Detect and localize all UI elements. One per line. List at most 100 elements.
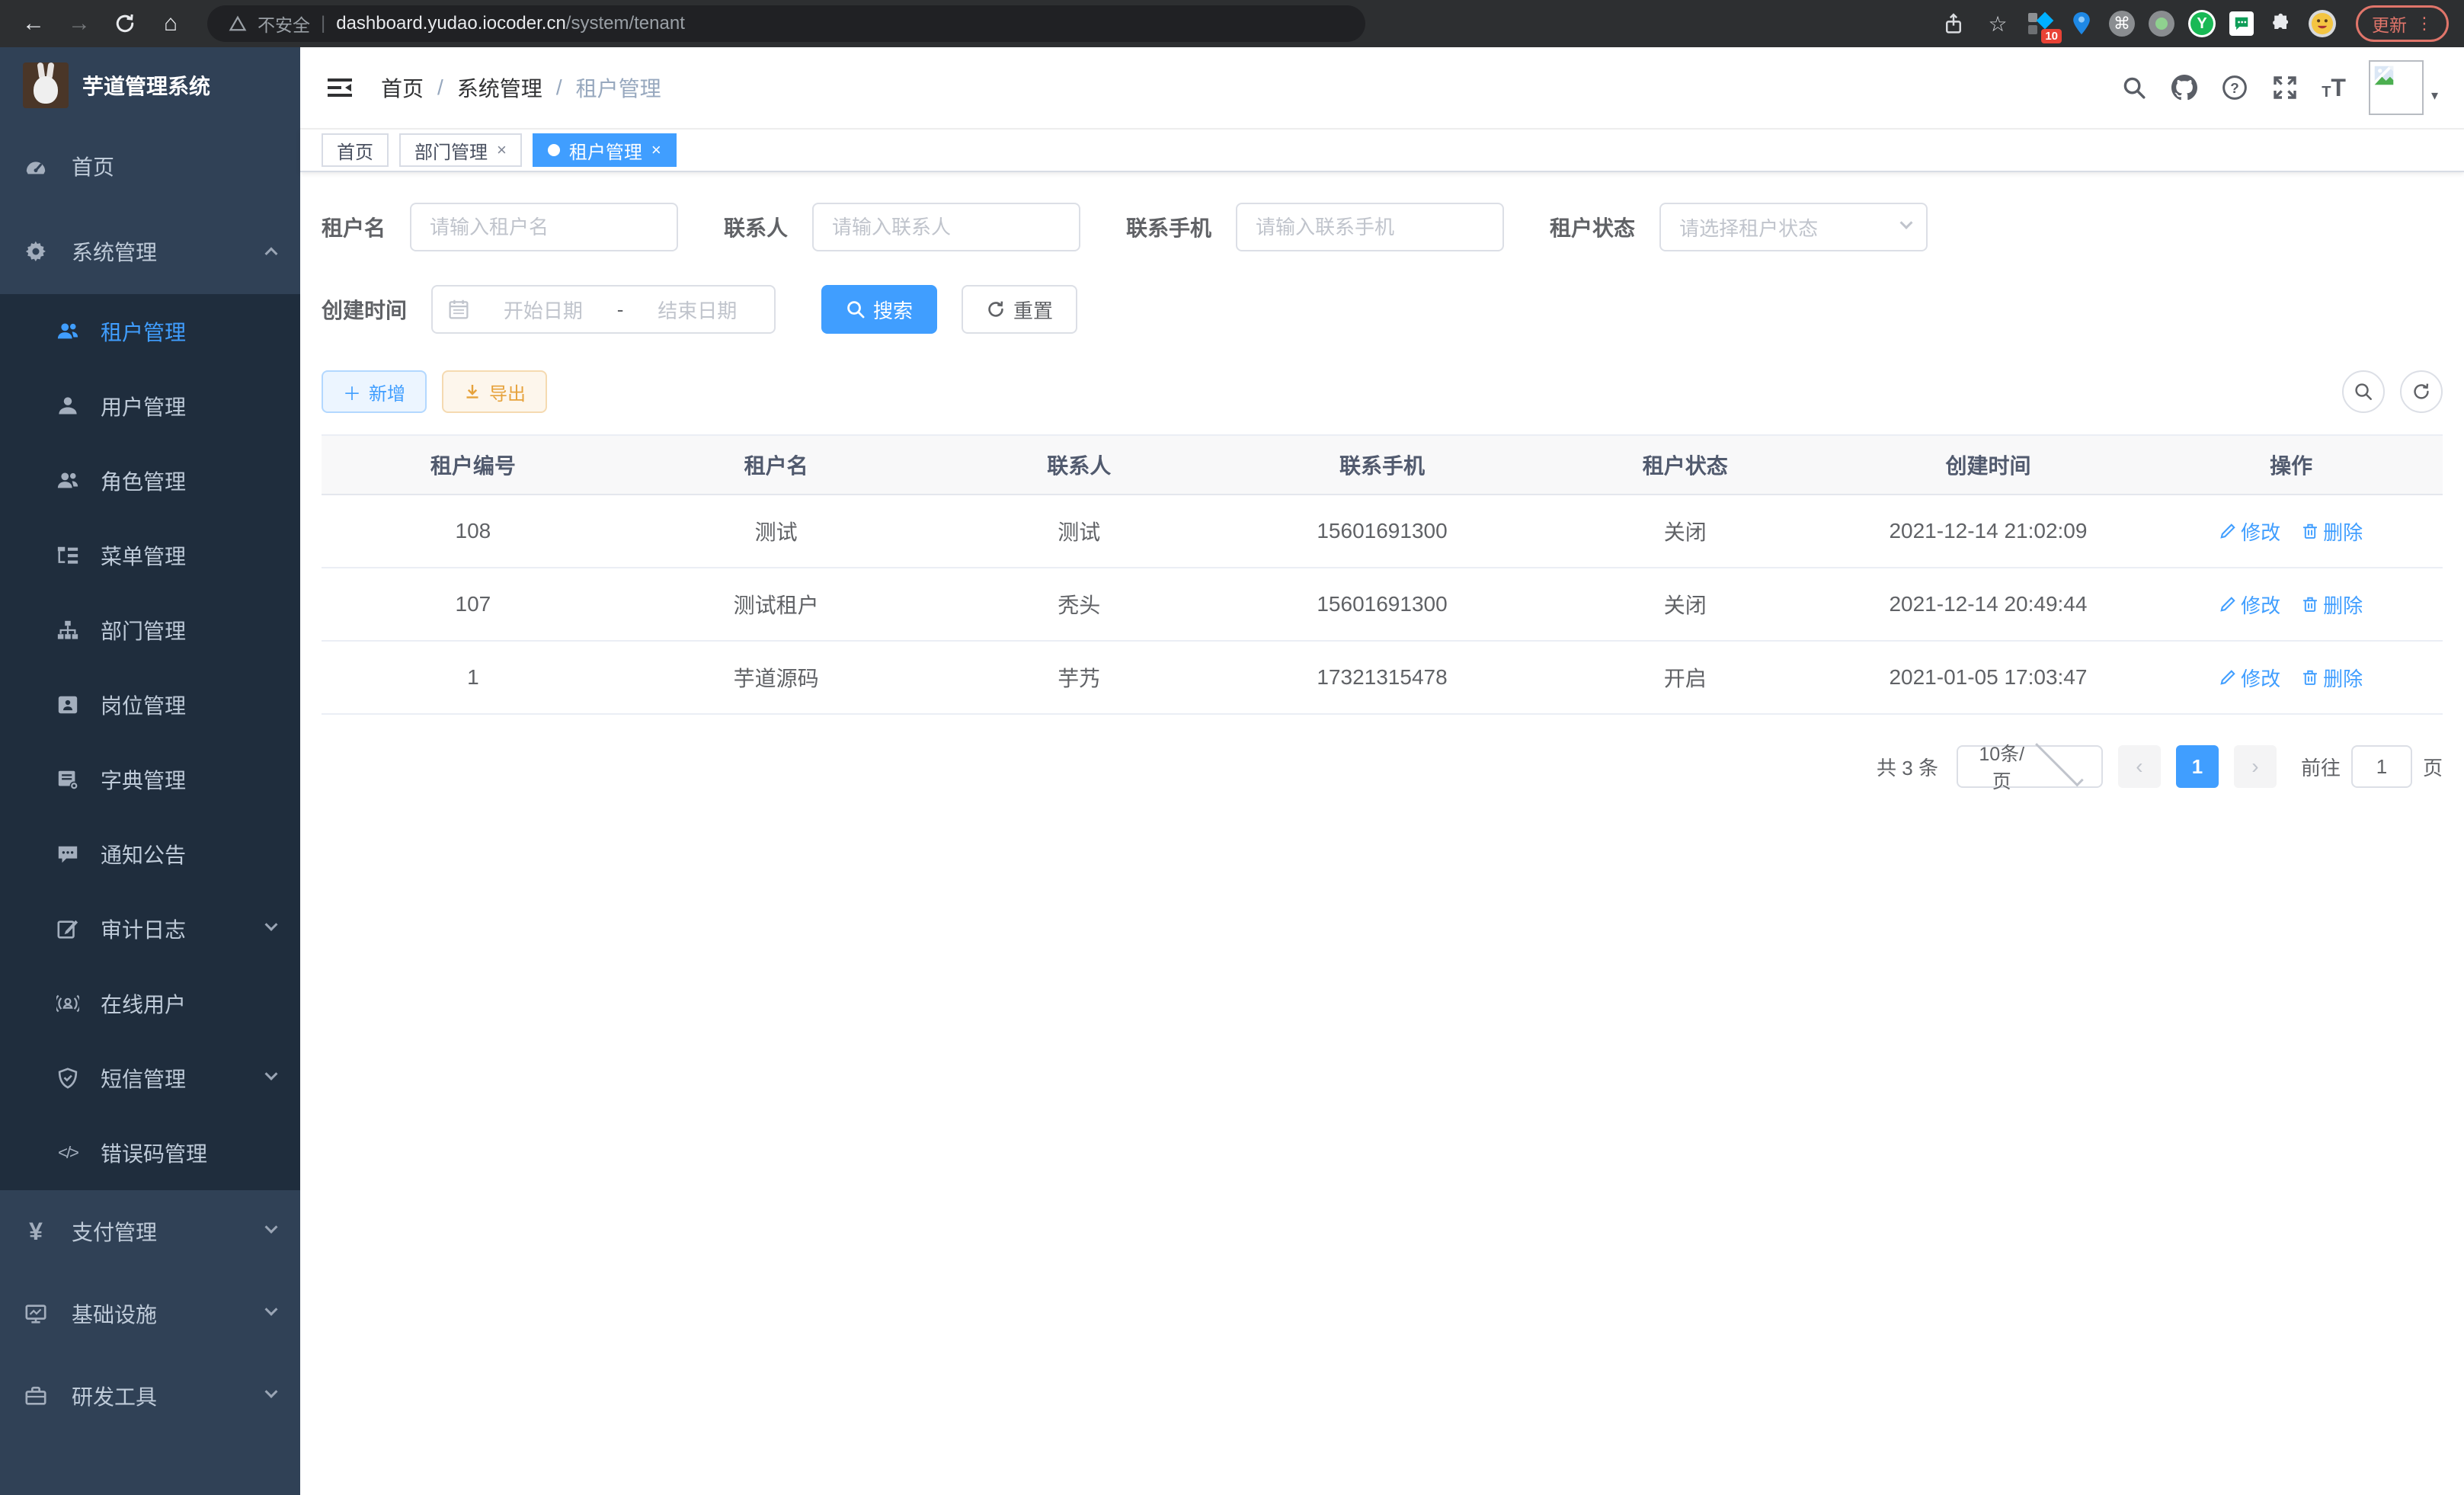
prev-page-button[interactable]: ‹ bbox=[2118, 745, 2161, 788]
active-dot bbox=[548, 144, 560, 156]
edit-link[interactable]: 修改 bbox=[2219, 591, 2280, 619]
start-date-placeholder[interactable]: 开始日期 bbox=[482, 296, 605, 324]
edit-link[interactable]: 修改 bbox=[2219, 664, 2280, 692]
sidebar-fold-icon[interactable] bbox=[326, 72, 357, 103]
contact-input[interactable] bbox=[812, 203, 1080, 251]
search-button[interactable]: 搜索 bbox=[821, 285, 937, 334]
tag-tenant-active[interactable]: 租户管理 × bbox=[533, 133, 677, 167]
toggle-search-button[interactable] bbox=[2342, 370, 2385, 413]
url-text[interactable]: dashboard.yudao.iocoder.cn/system/tenant bbox=[336, 13, 685, 34]
not-secure-label[interactable]: 不安全 bbox=[258, 11, 310, 37]
plus-icon: ＋ bbox=[343, 379, 361, 405]
bookmark-star-icon[interactable]: ☆ bbox=[1982, 8, 2013, 39]
breadcrumb-system[interactable]: 系统管理 bbox=[457, 72, 542, 103]
sidebar-item-tenant[interactable]: 租户管理 bbox=[0, 294, 300, 369]
sidebar-item-notice[interactable]: 通知公告 bbox=[0, 817, 300, 892]
cell-mobile: 15601691300 bbox=[1230, 495, 1534, 567]
sidebar-item-pay[interactable]: ¥ 支付管理 bbox=[0, 1190, 300, 1273]
next-page-button[interactable]: › bbox=[2234, 745, 2277, 788]
browser-back-icon[interactable]: ← bbox=[15, 5, 52, 42]
add-button[interactable]: ＋ 新增 bbox=[322, 370, 427, 413]
close-icon[interactable]: × bbox=[651, 140, 661, 160]
sidebar-item-infra[interactable]: 基础设施 bbox=[0, 1273, 300, 1355]
goto-label: 前往 bbox=[2301, 753, 2341, 781]
org-tree-icon bbox=[56, 619, 79, 642]
end-date-placeholder[interactable]: 结束日期 bbox=[635, 296, 759, 324]
create-time-range-picker[interactable]: 开始日期 - 结束日期 bbox=[431, 285, 776, 334]
app-logo-row[interactable]: 芋道管理系统 bbox=[0, 47, 300, 123]
sidebar-item-menu[interactable]: 菜单管理 bbox=[0, 518, 300, 593]
delete-link[interactable]: 删除 bbox=[2302, 517, 2363, 546]
sidebar-item-sms[interactable]: 短信管理 bbox=[0, 1041, 300, 1116]
sidebar-item-post[interactable]: 岗位管理 bbox=[0, 667, 300, 742]
extensions-puzzle-icon[interactable] bbox=[2267, 10, 2295, 37]
extension-balloon-icon[interactable] bbox=[2068, 10, 2095, 37]
tree-list-icon bbox=[56, 544, 79, 567]
app-navbar: 首页 / 系统管理 / 租户管理 ? bbox=[300, 47, 2464, 130]
sidebar-item-label: 研发工具 bbox=[72, 1381, 267, 1411]
col-actions: 操作 bbox=[2139, 436, 2443, 494]
col-mobile: 联系手机 bbox=[1230, 436, 1534, 494]
browser-reload-icon[interactable] bbox=[107, 5, 143, 42]
url-path: /system/tenant bbox=[566, 13, 685, 34]
sidebar-item-dict[interactable]: 字典管理 bbox=[0, 742, 300, 817]
browser-menu-dots-icon[interactable]: ⋮ bbox=[2416, 14, 2433, 34]
tenant-name-input[interactable] bbox=[410, 203, 678, 251]
browser-update-button[interactable]: 更新 ⋮ bbox=[2356, 5, 2449, 42]
browser-home-icon[interactable]: ⌂ bbox=[152, 5, 189, 42]
extension-y-icon[interactable]: Y bbox=[2188, 10, 2216, 37]
page-number-current[interactable]: 1 bbox=[2176, 745, 2219, 788]
status-select[interactable]: 请选择租户状态 bbox=[1659, 203, 1928, 251]
date-range-separator: - bbox=[617, 298, 624, 322]
export-button[interactable]: 导出 bbox=[442, 370, 547, 413]
mobile-input[interactable] bbox=[1236, 203, 1504, 251]
extension-tampermonkey-icon[interactable]: 10 bbox=[2027, 10, 2054, 37]
sidebar-item-system[interactable]: 系统管理 bbox=[0, 209, 300, 294]
monitor-icon bbox=[24, 1302, 47, 1325]
help-icon[interactable]: ? bbox=[2221, 74, 2248, 101]
goto-page-input[interactable] bbox=[2351, 745, 2412, 788]
tag-dept[interactable]: 部门管理 × bbox=[399, 133, 522, 167]
app-logo-image bbox=[23, 62, 69, 108]
edit-link[interactable]: 修改 bbox=[2219, 517, 2280, 546]
browser-forward-icon[interactable]: → bbox=[61, 5, 98, 42]
breadcrumb-home[interactable]: 首页 bbox=[381, 72, 424, 103]
page-size-select[interactable]: 10条/页 bbox=[1957, 745, 2103, 788]
delete-link[interactable]: 删除 bbox=[2302, 591, 2363, 619]
user-avatar[interactable]: ▾ bbox=[2369, 60, 2438, 115]
extension-chat-icon[interactable] bbox=[2229, 11, 2254, 36]
sidebar-item-online-user[interactable]: 在线用户 bbox=[0, 966, 300, 1041]
cell-tenant-id: 107 bbox=[322, 568, 625, 640]
extension-command-icon[interactable]: ⌘ bbox=[2109, 11, 2135, 37]
delete-link[interactable]: 删除 bbox=[2302, 664, 2363, 692]
share-icon[interactable] bbox=[1938, 8, 1969, 39]
close-icon[interactable]: × bbox=[497, 140, 507, 160]
refresh-button[interactable] bbox=[2400, 370, 2443, 413]
message-icon bbox=[56, 843, 79, 866]
profile-avatar-icon[interactable] bbox=[2309, 10, 2336, 37]
reset-button[interactable]: 重置 bbox=[962, 285, 1077, 334]
sidebar-item-home[interactable]: 首页 bbox=[0, 123, 300, 209]
github-icon[interactable] bbox=[2171, 74, 2198, 101]
sidebar-item-label: 部门管理 bbox=[101, 615, 276, 645]
tag-home[interactable]: 首页 bbox=[322, 133, 389, 167]
sidebar-item-audit-log[interactable]: 审计日志 bbox=[0, 892, 300, 966]
font-size-icon[interactable]: TT bbox=[2322, 75, 2346, 100]
tenant-table: 租户编号 租户名 联系人 联系手机 租户状态 创建时间 操作 108 测试 测试… bbox=[322, 434, 2443, 715]
sidebar-item-devtools[interactable]: 研发工具 bbox=[0, 1355, 300, 1437]
sidebar-item-label: 短信管理 bbox=[101, 1063, 267, 1093]
edit-log-icon bbox=[56, 917, 79, 940]
col-tenant-name: 租户名 bbox=[625, 436, 928, 494]
shield-check-icon bbox=[56, 1067, 79, 1090]
sidebar-item-user[interactable]: 用户管理 bbox=[0, 369, 300, 443]
extension-dot-icon[interactable] bbox=[2149, 11, 2174, 37]
trash-icon bbox=[2302, 669, 2318, 686]
caret-down-icon[interactable]: ▾ bbox=[2431, 88, 2438, 104]
fullscreen-icon[interactable] bbox=[2271, 74, 2299, 101]
header-search-icon[interactable] bbox=[2120, 74, 2148, 101]
sidebar-item-role[interactable]: 角色管理 bbox=[0, 443, 300, 518]
chevron-down-icon bbox=[265, 1303, 278, 1316]
sidebar-item-dept[interactable]: 部门管理 bbox=[0, 593, 300, 667]
sidebar-item-errcode[interactable]: </> 错误码管理 bbox=[0, 1116, 300, 1190]
address-bar[interactable]: 不安全 | dashboard.yudao.iocoder.cn/system/… bbox=[207, 5, 1365, 42]
